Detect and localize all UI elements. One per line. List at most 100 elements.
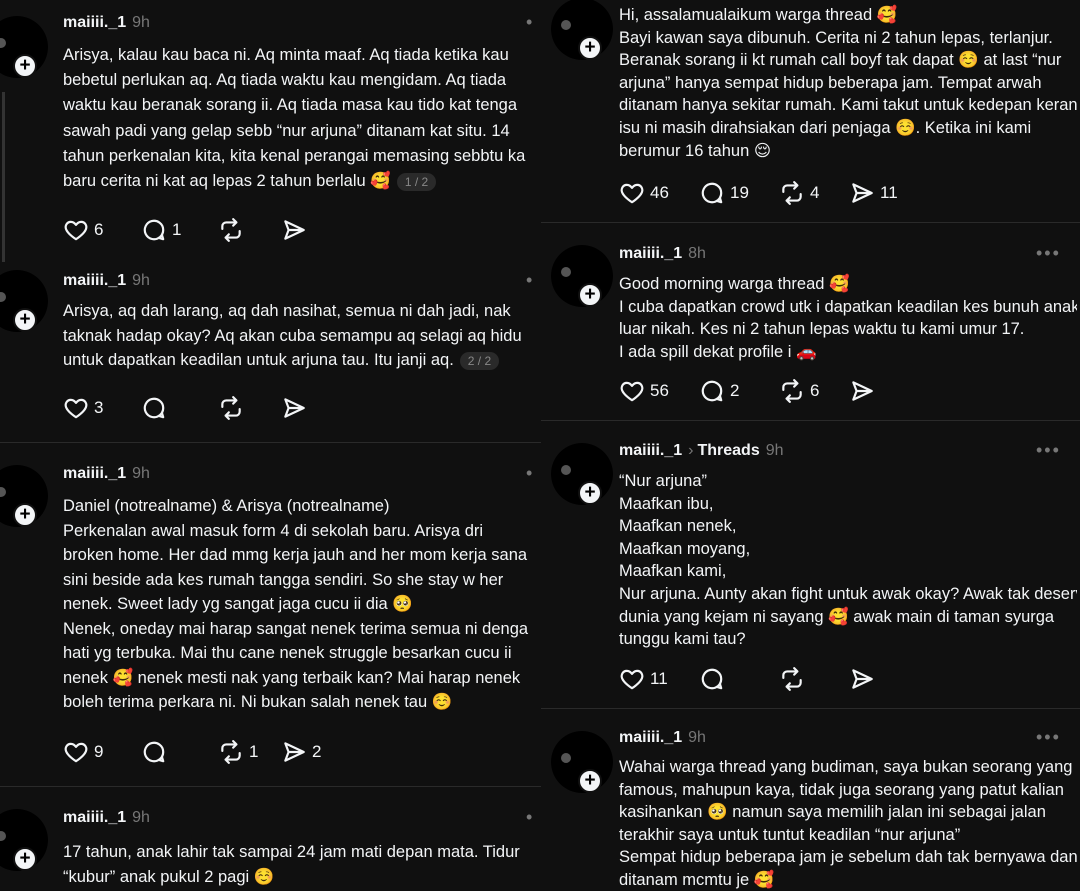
more-icon[interactable]: ••• bbox=[1036, 243, 1061, 264]
reply-button[interactable]: 19 bbox=[699, 178, 749, 208]
send-icon[interactable] bbox=[281, 739, 307, 765]
post-actions: 46 19 4 11 bbox=[619, 178, 919, 208]
avatar-image bbox=[0, 487, 6, 497]
share-button[interactable] bbox=[281, 393, 312, 423]
repost-button[interactable] bbox=[218, 215, 249, 245]
reply-button[interactable]: 1 bbox=[141, 215, 181, 245]
comment-icon[interactable] bbox=[699, 378, 725, 404]
repost-icon[interactable] bbox=[779, 378, 805, 404]
plus-icon[interactable]: + bbox=[13, 308, 37, 332]
like-button[interactable]: 46 bbox=[619, 178, 669, 208]
post-text-line: famous, mahupun kaya, tidak juga seorang… bbox=[619, 780, 1064, 799]
left-feed-column[interactable]: + maiiii._1 9h • Arisya, kalau kau baca ni. … bbox=[0, 0, 541, 891]
username[interactable]: maiiii._1 bbox=[63, 809, 126, 826]
avatar-image bbox=[561, 20, 571, 30]
post-text-line: hati yg terbuka. Mai thu cane nenek stru… bbox=[63, 644, 512, 662]
plus-icon[interactable]: + bbox=[578, 36, 602, 60]
username[interactable]: maiiii._1 bbox=[619, 245, 682, 262]
username[interactable]: maiiii._1 bbox=[63, 272, 126, 289]
plus-icon[interactable]: + bbox=[578, 481, 602, 505]
post-actions: 9 1 2 bbox=[63, 737, 363, 767]
heart-icon[interactable] bbox=[63, 739, 89, 765]
repost-icon[interactable] bbox=[779, 180, 805, 206]
avatar[interactable]: + bbox=[0, 465, 48, 527]
repost-button[interactable]: 4 bbox=[779, 178, 819, 208]
reply-button[interactable] bbox=[141, 393, 172, 423]
send-icon[interactable] bbox=[849, 180, 875, 206]
send-icon[interactable] bbox=[281, 395, 307, 421]
plus-icon[interactable]: + bbox=[578, 769, 602, 793]
more-icon[interactable]: ••• bbox=[1036, 440, 1061, 461]
like-button[interactable]: 3 bbox=[63, 393, 103, 423]
thread-post[interactable]: + maiiii._1 9h • 17 tahun, anak lahir tak sa… bbox=[0, 786, 541, 891]
plus-icon[interactable]: + bbox=[13, 54, 37, 78]
right-feed-column[interactable]: + Hi, assalamualaikum warga thread 🥰 Bayi … bbox=[541, 0, 1080, 891]
repost-icon[interactable] bbox=[218, 217, 244, 243]
like-button[interactable]: 56 bbox=[619, 376, 669, 406]
username[interactable]: maiiii._1 bbox=[619, 729, 682, 746]
comment-icon[interactable] bbox=[141, 217, 167, 243]
post-text-line: Perkenalan awal masuk form 4 di sekolah … bbox=[63, 521, 484, 540]
thread-post[interactable]: + Hi, assalamualaikum warga thread 🥰 Bayi … bbox=[541, 0, 1080, 222]
avatar[interactable]: + bbox=[551, 245, 613, 307]
repost-button[interactable]: 6 bbox=[779, 376, 819, 406]
heart-icon[interactable] bbox=[619, 180, 645, 206]
breadcrumb-threads[interactable]: Threads bbox=[697, 442, 759, 459]
comment-icon[interactable] bbox=[141, 395, 167, 421]
share-button[interactable]: 11 bbox=[849, 178, 898, 208]
share-button[interactable] bbox=[849, 376, 880, 406]
post-timestamp: 9h bbox=[132, 14, 150, 31]
repost-button[interactable]: 1 bbox=[218, 737, 258, 767]
repost-icon[interactable] bbox=[779, 666, 805, 692]
like-button[interactable]: 6 bbox=[63, 215, 103, 245]
like-button[interactable]: 9 bbox=[63, 737, 103, 767]
thread-post[interactable]: + maiiii._1 9h • Arisya, aq dah larang, aq d… bbox=[0, 262, 541, 442]
more-icon[interactable]: • bbox=[526, 463, 534, 484]
share-button[interactable] bbox=[281, 215, 312, 245]
reply-button[interactable] bbox=[699, 664, 730, 694]
send-icon[interactable] bbox=[281, 217, 307, 243]
heart-icon[interactable] bbox=[619, 378, 645, 404]
like-button[interactable]: 11 bbox=[619, 664, 668, 694]
more-icon[interactable]: ••• bbox=[1036, 727, 1061, 748]
avatar[interactable]: + bbox=[0, 270, 48, 332]
thread-post[interactable]: + maiiii._1 8h ••• Good morning warga thread… bbox=[541, 222, 1080, 421]
avatar[interactable]: + bbox=[0, 16, 48, 78]
thread-post[interactable]: + maiiii._1 9h ••• Wahai warga thread yang b… bbox=[541, 708, 1080, 891]
avatar[interactable]: + bbox=[0, 809, 48, 871]
send-icon[interactable] bbox=[849, 666, 875, 692]
thread-post[interactable]: + maiiii._1 › Threads 9h ••• “Nur arjuna” Maafk… bbox=[541, 420, 1080, 709]
thread-post[interactable]: + maiiii._1 9h • Arisya, kalau kau baca ni. … bbox=[0, 0, 541, 262]
comment-icon[interactable] bbox=[699, 180, 725, 206]
heart-icon[interactable] bbox=[63, 395, 89, 421]
repost-icon[interactable] bbox=[218, 739, 244, 765]
heart-icon[interactable] bbox=[63, 217, 89, 243]
reply-button[interactable] bbox=[141, 737, 172, 767]
comment-icon[interactable] bbox=[141, 739, 167, 765]
plus-icon[interactable]: + bbox=[13, 503, 37, 527]
share-button[interactable]: 2 bbox=[281, 737, 321, 767]
heart-icon[interactable] bbox=[619, 666, 645, 692]
plus-icon[interactable]: + bbox=[13, 847, 37, 871]
thread-post[interactable]: + maiiii._1 9h • Daniel (notrealname) & Aris… bbox=[0, 442, 541, 787]
avatar[interactable]: + bbox=[551, 731, 613, 793]
repost-button[interactable] bbox=[779, 664, 810, 694]
username[interactable]: maiiii._1 bbox=[63, 465, 126, 482]
more-icon[interactable]: • bbox=[526, 12, 534, 33]
comment-icon[interactable] bbox=[699, 666, 725, 692]
plus-icon[interactable]: + bbox=[578, 283, 602, 307]
post-text: “Nur arjuna” Maafkan ibu, Maafkan nenek, Ma… bbox=[619, 470, 1077, 651]
post-text-line: 17 tahun, anak lahir tak sampai 24 jam m… bbox=[63, 843, 520, 861]
more-icon[interactable]: • bbox=[526, 807, 534, 828]
reply-button[interactable]: 2 bbox=[699, 376, 739, 406]
avatar[interactable]: + bbox=[551, 0, 613, 60]
more-icon[interactable]: • bbox=[526, 270, 534, 291]
avatar[interactable]: + bbox=[551, 443, 613, 505]
send-icon[interactable] bbox=[849, 378, 875, 404]
username[interactable]: maiiii._1 bbox=[619, 442, 682, 459]
share-button[interactable] bbox=[849, 664, 880, 694]
username[interactable]: maiiii._1 bbox=[63, 14, 126, 31]
repost-icon[interactable] bbox=[218, 395, 244, 421]
post-text-line: luar nikah. Kes ni 2 tahun lepas waktu t… bbox=[619, 320, 1025, 339]
repost-button[interactable] bbox=[218, 393, 249, 423]
